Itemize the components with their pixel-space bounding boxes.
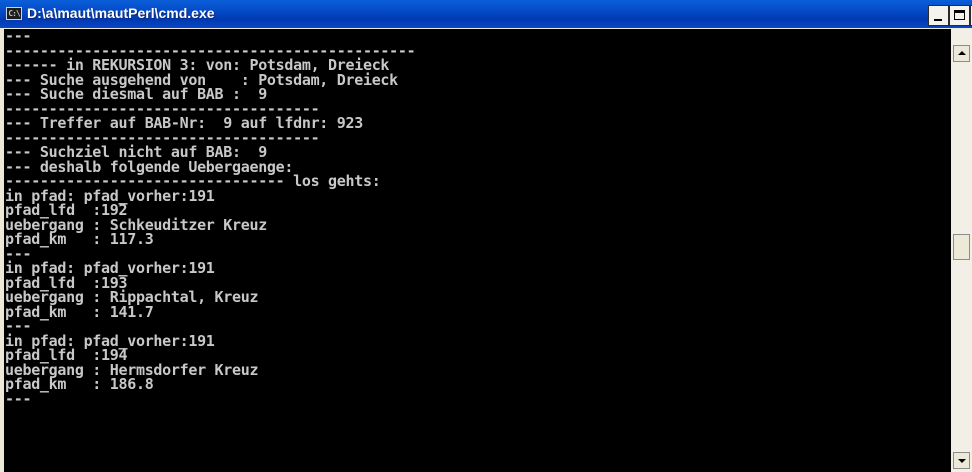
arrow-down-icon — [958, 459, 966, 463]
scroll-down-button[interactable] — [953, 452, 970, 469]
scroll-up-button[interactable] — [953, 45, 970, 62]
window-title: D:\a\maut\mautPerl\cmd.exe — [27, 5, 215, 21]
console-line: --- — [5, 389, 32, 408]
cmd-window: C:\ D:\a\maut\mautPerl\cmd.exe --- -----… — [0, 0, 972, 472]
vertical-scrollbar[interactable] — [951, 29, 972, 472]
title-bar[interactable]: C:\ D:\a\maut\mautPerl\cmd.exe — [0, 0, 972, 28]
minimize-button[interactable] — [928, 5, 949, 26]
maximize-icon — [954, 10, 965, 20]
minimize-icon — [934, 19, 942, 21]
cmd-icon[interactable]: C:\ — [6, 7, 22, 20]
console-output[interactable]: --- ------------------------------------… — [4, 29, 951, 472]
maximize-button[interactable] — [949, 5, 970, 26]
console-text: --- ------------------------------------… — [4, 29, 951, 406]
scroll-thumb[interactable] — [953, 234, 970, 260]
arrow-up-icon — [958, 51, 966, 55]
